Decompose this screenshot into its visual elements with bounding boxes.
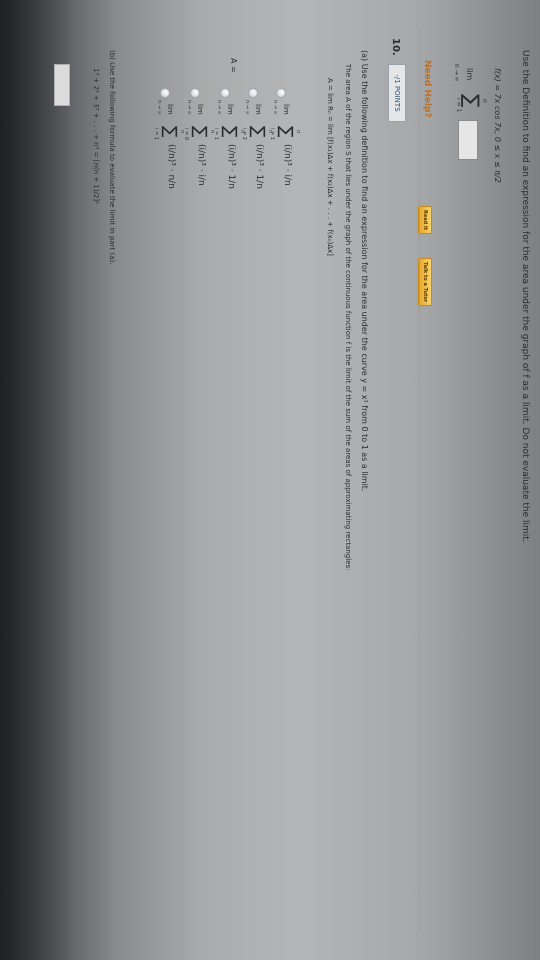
need-help-label: Need Help? — [422, 60, 432, 118]
radio-button[interactable] — [160, 88, 170, 98]
sum-of-cubes-formula: 1³ + 2³ + 3³ + . . . + n³ = [n(n + 1)/2]… — [92, 68, 100, 204]
choice-term: (i/n)³ · 1/n — [226, 144, 236, 189]
q9-answer-input[interactable] — [458, 120, 478, 160]
q9-lim-sub: n → ∞ — [453, 64, 460, 82]
sigma-icon: ∑ — [276, 126, 296, 138]
sigma-icon: ∑ — [190, 126, 210, 138]
choice-term: (i/n)³ · 1/n — [254, 144, 264, 189]
choice-sigma-bottom: i = 1 — [153, 128, 159, 140]
radio-button[interactable] — [276, 88, 286, 98]
choice-lim: lim — [226, 104, 234, 115]
sigma-icon: ∑ — [160, 126, 180, 138]
choice-lim: lim — [196, 104, 204, 115]
choice-4[interactable]: lim n → ∞ n ∑ i = 0 (i/n)³ · i/n — [178, 88, 215, 208]
choice-lim-sub: n → ∞ — [186, 100, 192, 115]
choice-lim: lim — [282, 104, 290, 115]
talk-to-tutor-button[interactable]: Talk to a Tutor — [418, 258, 432, 307]
choice-lim-sub: n → ∞ — [216, 100, 222, 115]
sigma-icon: ∑ — [220, 126, 240, 138]
question-divider — [419, 30, 420, 930]
choice-lim-sub: n → ∞ — [244, 100, 250, 115]
choice-term: (i/n)³ · n/n — [166, 144, 176, 189]
choice-term: (i/n)³ · i/n — [196, 144, 206, 186]
area-definition-formula: A = lim Rₙ = lim [f(x₁)Δx + f(x₂)Δx + . … — [326, 78, 334, 256]
choice-3[interactable]: lim n → ∞ n ∑ i = 1 (i/n)³ · 1/n — [208, 88, 245, 208]
radio-button[interactable] — [220, 88, 230, 98]
choice-5[interactable]: lim n → ∞ n ∑ i = 1 (i/n)³ · n/n — [148, 88, 185, 208]
area-definition-text: The area A of the region S that lies und… — [344, 64, 352, 571]
q9-sigma-bottom: i = 1 — [455, 98, 462, 113]
q9-function: f(x) = 7x cos 7x, 0 ≤ x ≤ π/2 — [493, 68, 502, 183]
choice-lim: lim — [254, 104, 262, 115]
radio-button[interactable] — [248, 88, 258, 98]
radio-button[interactable] — [190, 88, 200, 98]
sigma-icon: ∑ — [248, 126, 268, 138]
part-b-answer-input[interactable] — [54, 64, 70, 106]
a-equals-label: A = — [229, 58, 238, 73]
question-9: Use the Definition to find an expression… — [418, 50, 530, 910]
sigma-icon: ∑ — [460, 94, 484, 108]
q9-instruction: Use the Definition to find an expression… — [520, 50, 530, 543]
choice-term: (i/n)³ · i/n — [282, 144, 292, 186]
q9-lim: lim — [465, 68, 474, 81]
choice-lim: lim — [166, 104, 174, 115]
question-number: 10. — [390, 38, 401, 56]
homework-page: Use the Definition to find an expression… — [0, 30, 540, 930]
part-b-prompt: (b) Use the following formula to evaluat… — [108, 50, 116, 265]
points-badge: -/1 POINTS — [388, 64, 406, 122]
choice-lim-sub: n → ∞ — [156, 100, 162, 115]
part-a-prompt: (a) Use the following definition to find… — [360, 50, 369, 492]
choice-1[interactable]: lim n → ∞ n ∑ i = 1 (i/n)³ · i/n — [264, 88, 301, 208]
choice-2[interactable]: lim n → ∞ n ∑ i = 2 (i/n)³ · 1/n — [236, 88, 273, 208]
choice-lim-sub: n → ∞ — [272, 100, 278, 115]
read-it-button[interactable]: Read It — [418, 206, 432, 235]
